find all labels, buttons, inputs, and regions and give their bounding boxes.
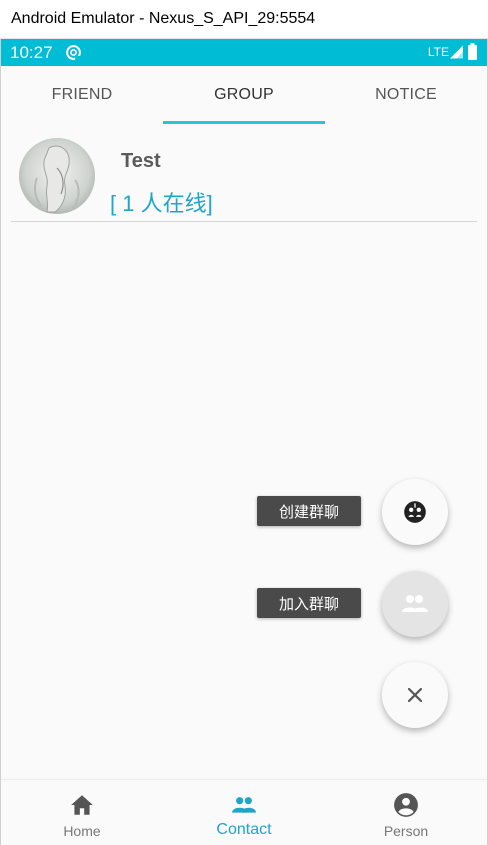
avatar-image (19, 138, 95, 214)
home-icon (71, 795, 93, 815)
device-screen: 10:27 LTE FRIEND GROUP NOTICE Test [1 人… (0, 39, 488, 845)
tab-friend[interactable]: FRIEND (1, 66, 163, 124)
create-group-label[interactable]: 创建群聊 (257, 496, 361, 526)
nav-contact-label: Contact (216, 821, 272, 838)
nav-home-label: Home (63, 823, 101, 839)
close-menu-button[interactable] (382, 662, 448, 728)
battery-icon (468, 43, 477, 60)
join-group-label[interactable]: 加入群聊 (257, 588, 361, 618)
join-group-button[interactable] (382, 571, 448, 637)
nav-person-label: Person (383, 823, 429, 839)
group-add-icon (404, 501, 426, 523)
sync-icon (66, 45, 81, 61)
tab-bar: FRIEND GROUP NOTICE (1, 66, 487, 124)
tab-group[interactable]: GROUP (163, 66, 325, 124)
status-time: 10:27 (10, 43, 53, 62)
nav-contact[interactable]: Contact (163, 780, 325, 845)
people-icon (402, 595, 428, 612)
window-title: Android Emulator - Nexus_S_API_29:5554 (0, 0, 488, 39)
group-name: Test (121, 150, 161, 172)
account-circle-icon (394, 793, 418, 817)
status-bar: 10:27 LTE (1, 39, 487, 66)
group-list-item[interactable]: Test [ 1 人在线] (11, 136, 477, 222)
online-count: [ 1 人在线] (110, 191, 213, 216)
nav-home[interactable]: Home (1, 780, 163, 845)
nav-person[interactable]: Person (325, 780, 487, 845)
bottom-navigation: Home Contact Person (1, 779, 487, 845)
people-icon (232, 797, 256, 813)
tab-indicator (163, 121, 325, 124)
network-type: LTE (427, 45, 449, 59)
group-avatar (19, 138, 95, 214)
tab-notice[interactable]: NOTICE (325, 66, 487, 124)
close-icon (407, 687, 423, 703)
create-group-button[interactable] (382, 479, 448, 545)
signal-icon (450, 45, 463, 59)
